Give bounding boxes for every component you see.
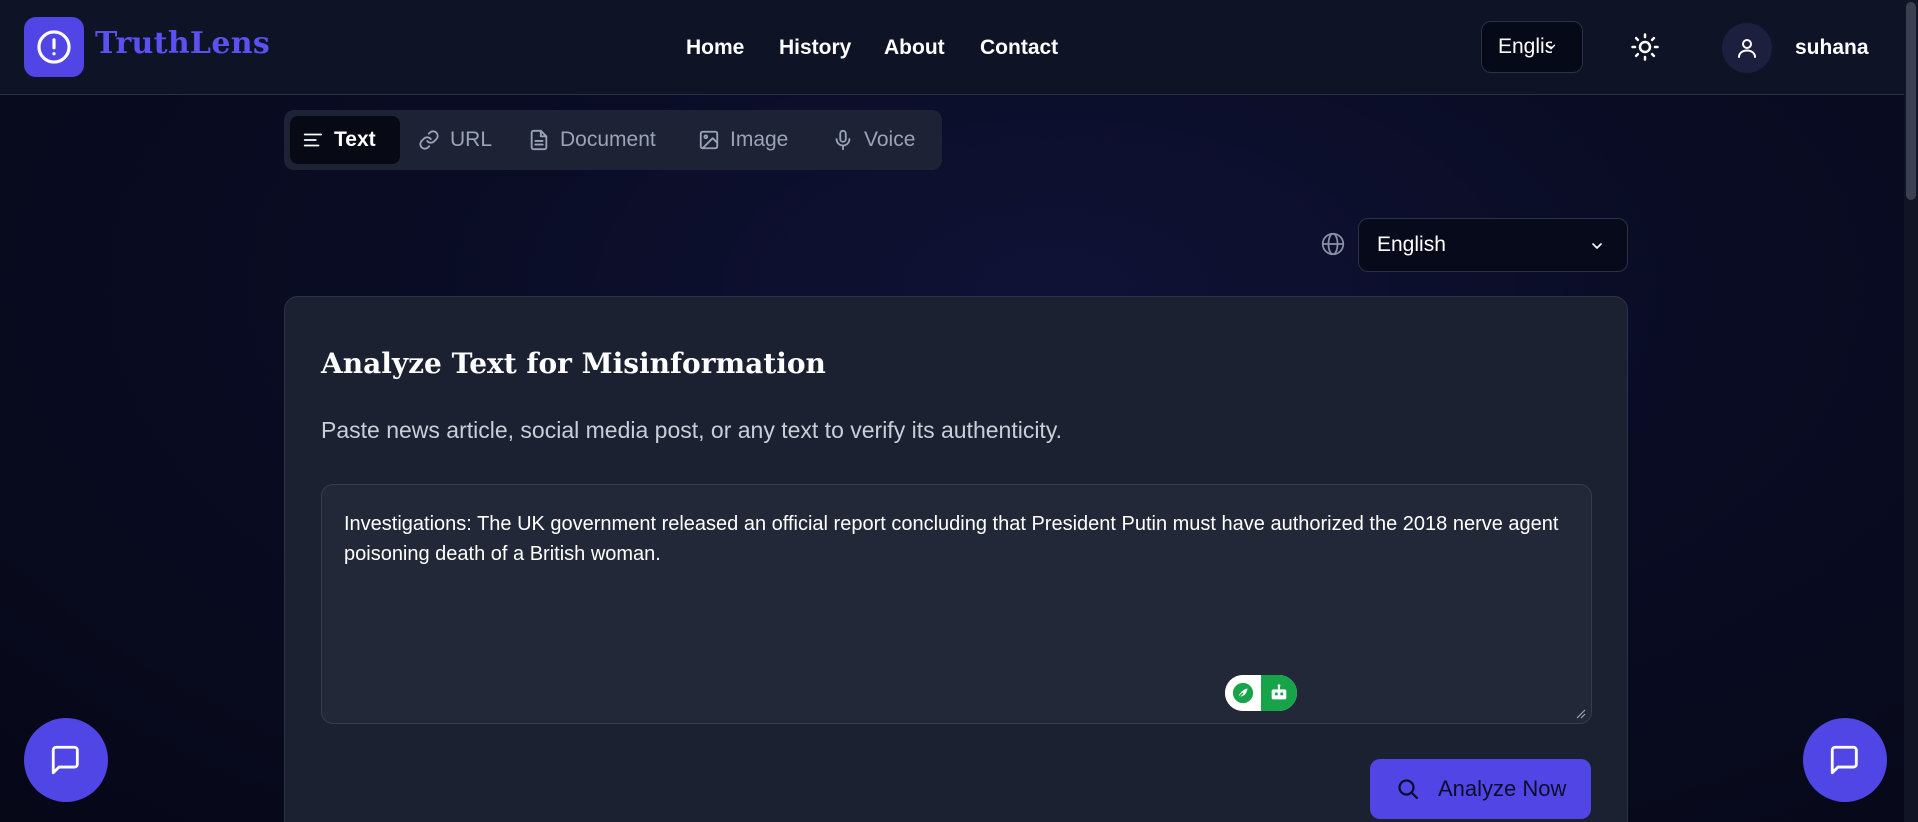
nav-contact[interactable]: Contact <box>980 36 1058 60</box>
tab-voice[interactable]: Voice <box>820 116 927 164</box>
nav-history[interactable]: History <box>779 36 851 60</box>
chevron-down-icon <box>1592 243 1602 249</box>
scrollbar-thumb[interactable] <box>1906 2 1916 200</box>
globe-icon <box>1321 232 1345 256</box>
text-input-area[interactable]: Investigations: The UK government releas… <box>321 484 1592 724</box>
nav-home[interactable]: Home <box>686 36 744 60</box>
card-subtitle: Paste news article, social media post, o… <box>321 417 1063 443</box>
resize-handle-icon[interactable] <box>1576 709 1586 719</box>
tab-image[interactable]: Image <box>686 116 800 164</box>
analyze-now-label: Analyze Now <box>1438 776 1567 801</box>
card-title: Analyze Text for Misinformation <box>321 347 826 380</box>
analyze-now-button[interactable]: Analyze Now <box>1370 759 1591 819</box>
chat-button-right[interactable] <box>1803 718 1887 802</box>
username[interactable]: suhana <box>1795 36 1869 60</box>
tab-url-label: URL <box>450 128 493 151</box>
robot-icon[interactable] <box>1261 675 1297 711</box>
document-icon <box>530 129 548 151</box>
language-select[interactable]: English <box>1358 218 1628 272</box>
avatar[interactable] <box>1722 23 1772 73</box>
extension-badge[interactable] <box>1225 675 1297 711</box>
chat-bubble-icon <box>1830 745 1858 775</box>
nav-about[interactable]: About <box>884 36 945 60</box>
tab-voice-label: Voice <box>864 128 916 151</box>
input-type-tabs: Text URL Document Image Voice <box>284 110 942 170</box>
tab-text[interactable]: Text <box>290 116 400 164</box>
search-icon <box>1398 779 1419 800</box>
top-header: TruthLens Home History About Contact Eng… <box>0 0 1918 95</box>
text-lines-icon <box>303 133 323 147</box>
chat-bubble-icon <box>51 745 79 775</box>
leaf-icon[interactable] <box>1225 675 1261 711</box>
tab-url[interactable]: URL <box>406 116 504 164</box>
tab-document[interactable]: Document <box>516 116 668 164</box>
image-icon <box>699 130 719 150</box>
tab-image-label: Image <box>730 128 789 151</box>
tab-text-label: Text <box>334 128 376 151</box>
logo-icon[interactable] <box>24 17 84 77</box>
page-scrollbar[interactable] <box>1904 0 1918 822</box>
tab-document-label: Document <box>560 128 656 151</box>
analyze-card: Analyze Text for Misinformation Paste ne… <box>284 296 1628 822</box>
chat-button-left[interactable] <box>24 718 108 802</box>
user-icon <box>1738 39 1756 58</box>
microphone-icon <box>835 129 851 151</box>
chevron-down-icon <box>1546 44 1556 50</box>
language-select-value: English <box>1377 233 1446 256</box>
header-language-select[interactable]: English <box>1481 21 1583 73</box>
brand-name[interactable]: TruthLens <box>95 26 270 61</box>
sun-icon[interactable] <box>1630 32 1660 62</box>
link-icon <box>419 130 439 150</box>
